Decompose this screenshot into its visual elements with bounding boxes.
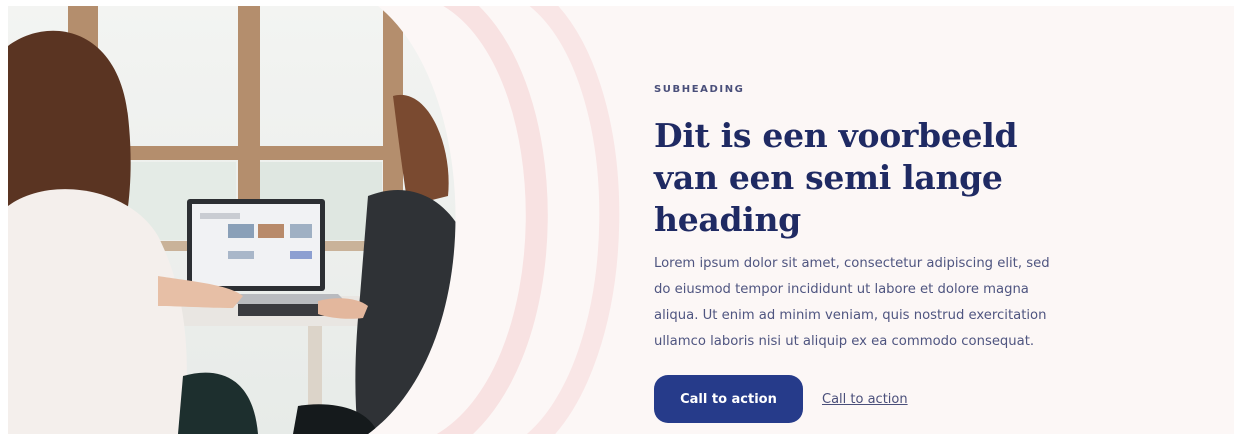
body-line-1: Lorem ipsum dolor sit amet, consectetur … bbox=[654, 256, 1050, 271]
heading-line-2: van een semi lange heading bbox=[654, 158, 1003, 239]
cta-group: Call to action Call to action bbox=[654, 375, 1154, 423]
body-line-3: aliqua. Ut enim ad minim veniam, quis no… bbox=[654, 308, 1047, 323]
hero-section: SUBHEADING Dit is een voorbeeld van een … bbox=[8, 6, 1234, 434]
body-line-2: do eiusmod tempor incididunt ut labore e… bbox=[654, 282, 1029, 297]
page-title: Dit is een voorbeeld van een semi lange … bbox=[654, 115, 1154, 241]
body-text: Lorem ipsum dolor sit amet, consectetur … bbox=[654, 251, 1124, 355]
hero-content: SUBHEADING Dit is een voorbeeld van een … bbox=[654, 84, 1154, 423]
secondary-cta-link[interactable]: Call to action bbox=[822, 392, 908, 407]
subheading: SUBHEADING bbox=[654, 84, 745, 95]
primary-cta-button[interactable]: Call to action bbox=[654, 375, 803, 423]
body-line-4: ullamco laboris nisi ut aliquip ex ea co… bbox=[654, 334, 1035, 349]
heading-line-1: Dit is een voorbeeld bbox=[654, 116, 1018, 155]
